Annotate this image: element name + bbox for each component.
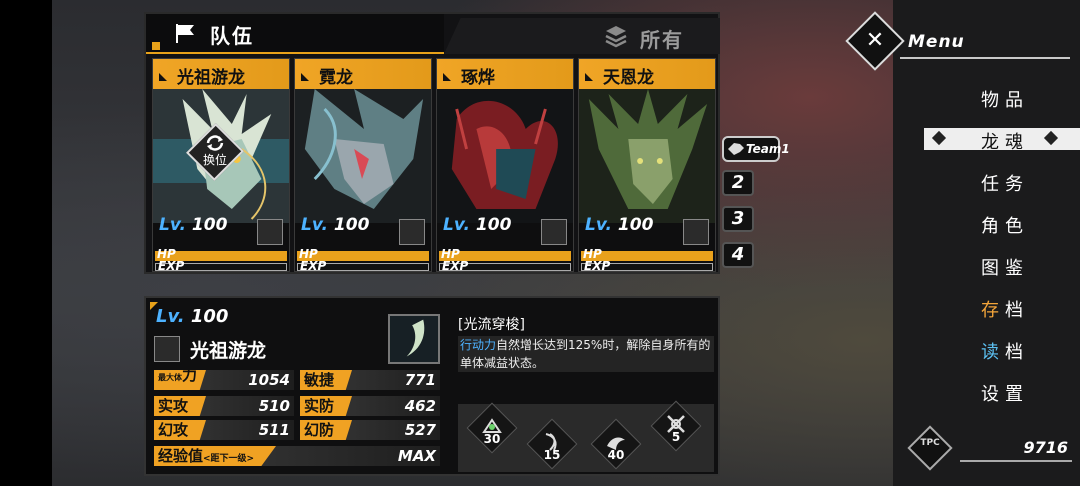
menu-item-settings[interactable]: 设置 bbox=[940, 380, 1070, 406]
tpc-label: TPC bbox=[920, 438, 940, 448]
skill-description: 行动力自然增长达到125%时，解除自身所有的单体减益状态。 bbox=[458, 336, 714, 372]
tab-corner bbox=[152, 42, 160, 50]
team-4-button[interactable]: 4 bbox=[722, 242, 754, 268]
dragon-card-1[interactable]: 光祖游龙 换位 Lv. 100 HP EXP bbox=[152, 58, 290, 273]
card-name-bar bbox=[295, 59, 431, 89]
stat-max-hp: 最大体力 1054 bbox=[154, 370, 294, 390]
stat-def: 实防 462 bbox=[300, 396, 440, 416]
screen-edge bbox=[0, 0, 52, 486]
stat-mdef: 幻防 527 bbox=[300, 420, 440, 440]
exp-bar: EXP bbox=[581, 259, 713, 273]
card-level: Lv. 100 bbox=[159, 215, 228, 235]
exp-bar: EXP bbox=[297, 259, 429, 273]
exp-bar: EXP bbox=[439, 259, 571, 273]
card-level: Lv. 100 bbox=[301, 215, 370, 235]
exp-bar: EXP bbox=[155, 259, 287, 273]
side-menu bbox=[893, 0, 1080, 486]
stat-exp: 经验值<距下一级> MAX bbox=[154, 446, 440, 466]
menu-item-characters[interactable]: 角色 bbox=[940, 212, 1070, 238]
dragon-card-2[interactable]: 霓龙 Lv. 100 HP EXP bbox=[294, 58, 432, 273]
skill-slots: 30 15 40 5 bbox=[458, 400, 714, 472]
menu-item-save[interactable]: 存档 bbox=[940, 296, 1070, 322]
skill-slot-2-count: 15 bbox=[543, 448, 561, 462]
potion-icon bbox=[154, 336, 180, 362]
tab-all-label: 所有 bbox=[640, 28, 684, 52]
card-name: 天恩龙 bbox=[603, 68, 654, 88]
dragon-portrait bbox=[437, 89, 573, 223]
card-level: Lv. 100 bbox=[443, 215, 512, 235]
skill-slot-1-count: 30 bbox=[483, 432, 501, 446]
menu-item-load[interactable]: 读档 bbox=[940, 338, 1070, 364]
menu-item-quests[interactable]: 任务 bbox=[940, 170, 1070, 196]
skill-slot-3-count: 40 bbox=[607, 448, 625, 462]
tpc-value: 9716 bbox=[1023, 438, 1068, 457]
card-name: 霓龙 bbox=[319, 68, 353, 88]
team-1-label: Team1 bbox=[746, 142, 790, 156]
potion-icon bbox=[257, 219, 283, 245]
potion-icon bbox=[683, 219, 709, 245]
refresh-icon bbox=[206, 135, 224, 151]
card-name: 光祖游龙 bbox=[177, 68, 245, 88]
stat-agility: 敏捷 771 bbox=[300, 370, 440, 390]
menu-title: Menu bbox=[908, 32, 965, 52]
close-icon: ✕ bbox=[865, 28, 885, 53]
card-level: Lv. 100 bbox=[585, 215, 654, 235]
card-name: 琢烨 bbox=[461, 68, 495, 88]
currency-underline bbox=[960, 460, 1072, 462]
team-3-button[interactable]: 3 bbox=[722, 206, 754, 232]
team-1-button[interactable]: Team1 bbox=[722, 136, 790, 162]
skill-slot-4-count: 5 bbox=[671, 430, 681, 444]
potion-icon bbox=[399, 219, 425, 245]
detail-level: Lv. 100 bbox=[156, 306, 229, 327]
dragon-portrait bbox=[295, 89, 431, 223]
dragon-card-4[interactable]: 天恩龙 Lv. 100 HP EXP bbox=[578, 58, 716, 273]
tab-team-label: 队伍 bbox=[210, 24, 254, 48]
team-cards: 光祖游龙 换位 Lv. 100 HP EXP 霓龙 Lv. 100 HP EXP… bbox=[150, 58, 720, 273]
stat-atk: 实攻 510 bbox=[154, 396, 294, 416]
flag-icon bbox=[176, 24, 194, 43]
layers-icon bbox=[605, 26, 627, 48]
menu-item-encyclopedia[interactable]: 图鉴 bbox=[940, 254, 1070, 280]
claw-item-icon[interactable] bbox=[388, 314, 440, 364]
dragon-detail-panel: Lv. 100 光祖游龙 最大体力 1054 敏捷 771 实攻 510 实防 … bbox=[144, 296, 720, 476]
stat-matk: 幻攻 511 bbox=[154, 420, 294, 440]
team-panel: 队伍 所有 光祖游龙 换位 Lv. 100 HP EXP 霓龙 Lv. 100 … bbox=[144, 12, 720, 274]
potion-icon bbox=[541, 219, 567, 245]
team-2-button[interactable]: 2 bbox=[722, 170, 754, 196]
dragon-head-icon bbox=[728, 143, 744, 155]
menu-item-items[interactable]: 物品 bbox=[940, 86, 1070, 112]
menu-divider bbox=[900, 57, 1070, 59]
detail-name: 光祖游龙 bbox=[190, 340, 267, 362]
dragon-card-3[interactable]: 琢烨 Lv. 100 HP EXP bbox=[436, 58, 574, 273]
tab-all[interactable]: 所有 bbox=[444, 18, 720, 54]
card-name-bar bbox=[437, 59, 573, 89]
skill-title: [光流穿梭] bbox=[458, 317, 525, 333]
swap-label: 换位 bbox=[202, 153, 227, 167]
tab-team[interactable]: 队伍 bbox=[146, 14, 444, 54]
dragon-portrait bbox=[579, 89, 715, 223]
menu-item-dragon-soul[interactable]: 龙魂 bbox=[940, 128, 1070, 154]
